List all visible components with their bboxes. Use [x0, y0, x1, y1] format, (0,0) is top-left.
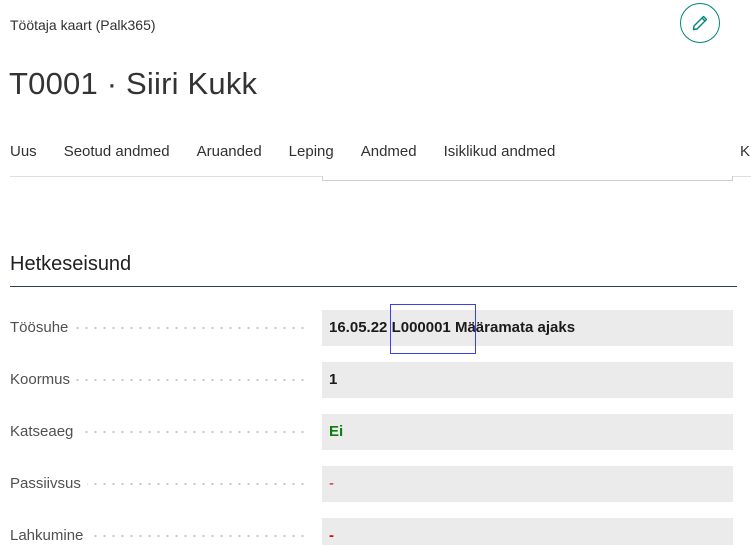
action-reports[interactable]: Aruanded: [197, 135, 262, 169]
field-value[interactable]: 1: [322, 362, 733, 398]
field-load: Koormus 1: [10, 362, 733, 398]
field-label: Töösuhe: [10, 310, 75, 346]
field-passivity: Passiivsus -: [10, 466, 733, 502]
field-probation: Katseaeg Ei: [10, 414, 733, 450]
field-employment: Töösuhe 16.05.22 L000001 Määramata ajaks: [10, 310, 733, 346]
value-text: Määramata ajaks: [454, 319, 576, 336]
section-title[interactable]: Hetkeseisund: [10, 253, 131, 276]
action-data[interactable]: Andmed: [361, 135, 417, 169]
edit-button[interactable]: [680, 3, 720, 43]
page-caption: Töötaja kaart (Palk365): [10, 17, 156, 33]
field-value[interactable]: -: [322, 518, 733, 545]
field-value[interactable]: Ei: [322, 414, 733, 450]
action-truncated[interactable]: K: [740, 135, 750, 169]
value-code-link[interactable]: L000001: [392, 310, 451, 346]
page-title: T0001 · Siiri Kukk: [9, 66, 258, 101]
section-divider: [10, 286, 737, 287]
value-date: 16.05.22: [329, 319, 388, 336]
action-contract[interactable]: Leping: [289, 135, 334, 169]
field-label: Passiivsus: [10, 466, 87, 502]
action-bar: Uus Seotud andmed Aruanded Leping Andmed…: [10, 135, 582, 169]
field-leaving: Lahkumine -: [10, 518, 733, 545]
field-value[interactable]: 16.05.22 L000001 Määramata ajaks: [322, 310, 733, 346]
scroll-container-edge: [322, 176, 733, 181]
pencil-icon: [692, 15, 708, 31]
action-related[interactable]: Seotud andmed: [64, 135, 170, 169]
action-new[interactable]: Uus: [10, 135, 37, 169]
action-personal-data[interactable]: Isiklikud andmed: [444, 135, 556, 169]
field-value[interactable]: -: [322, 466, 733, 502]
field-label: Lahkumine: [10, 518, 90, 545]
field-label: Koormus: [10, 362, 77, 398]
field-label: Katseaeg: [10, 414, 80, 450]
